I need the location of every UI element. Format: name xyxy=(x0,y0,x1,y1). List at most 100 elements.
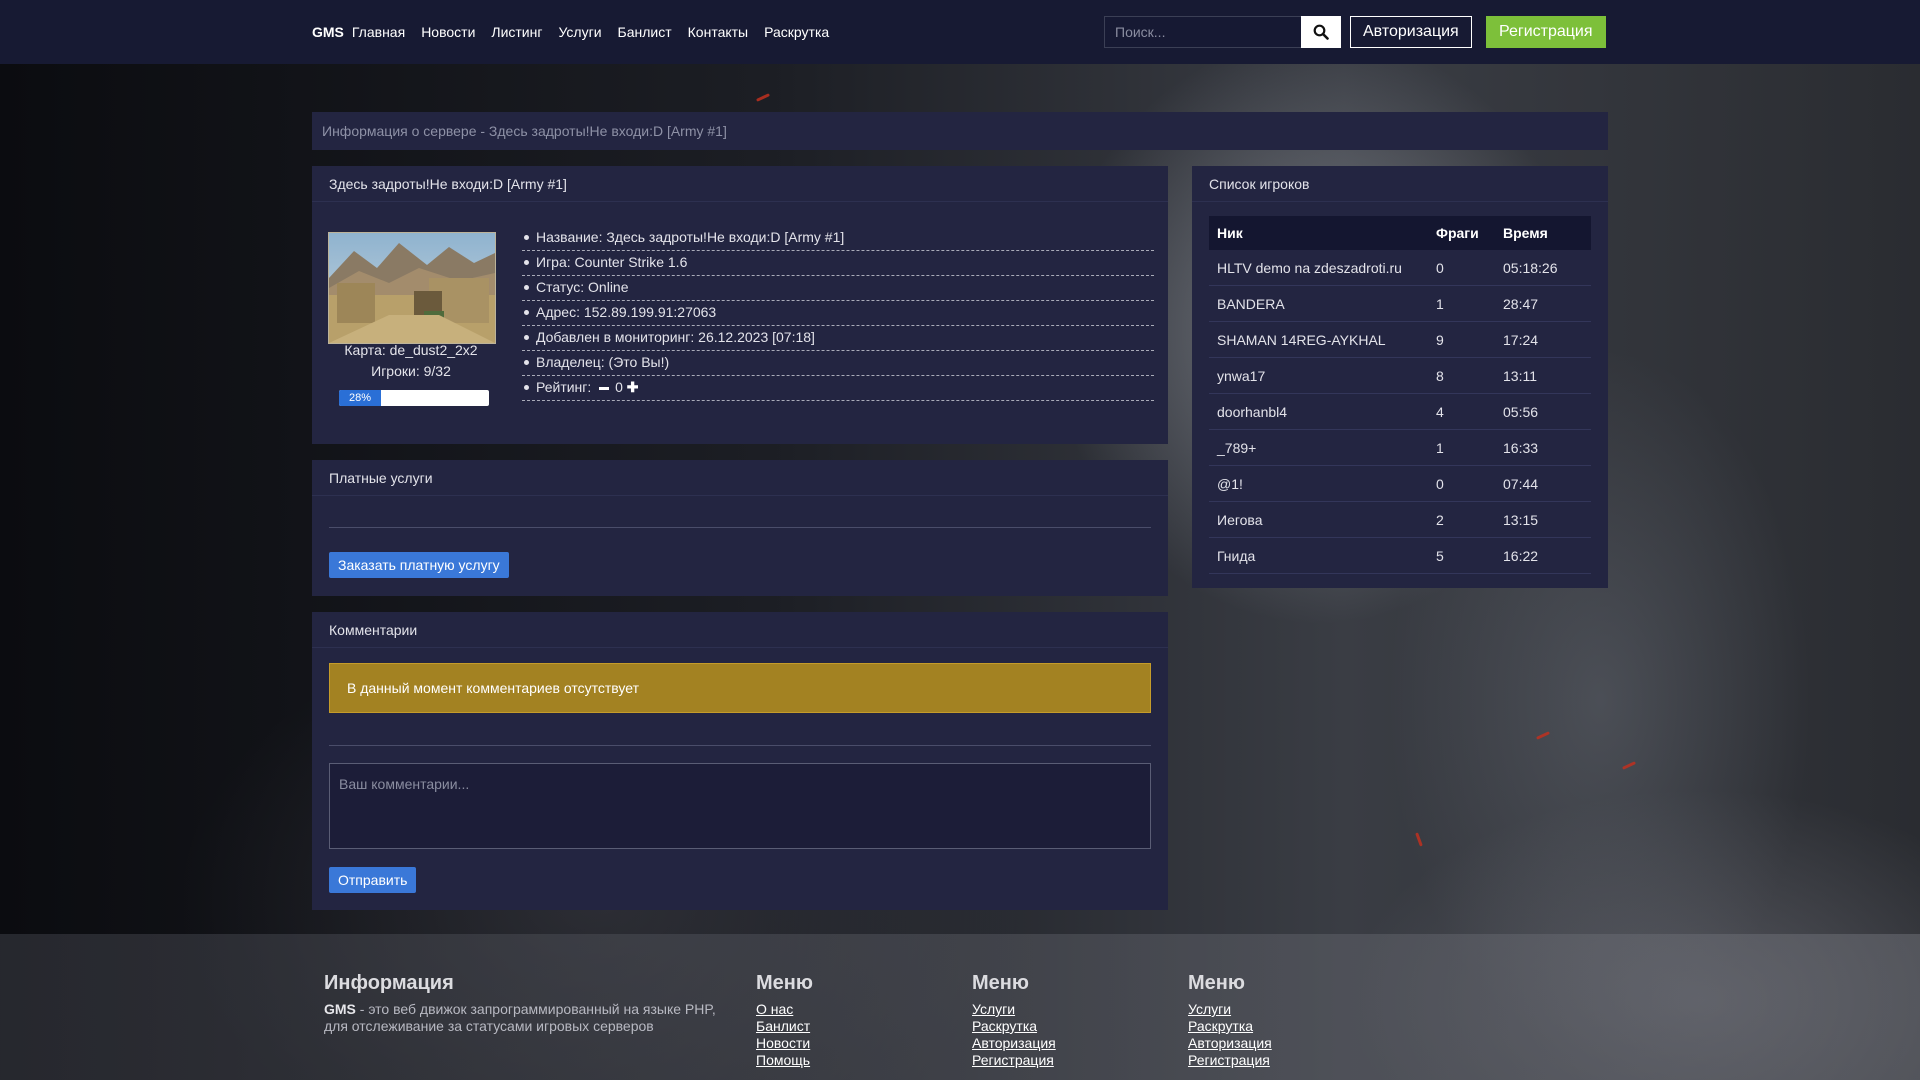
footer-link-help[interactable]: Помощь xyxy=(756,1052,813,1069)
player-time: 13:15 xyxy=(1495,501,1591,538)
detail-rating: Рейтинг: 0 ✚ xyxy=(522,378,1154,401)
map-caption: Карта: de_dust2_2x2 xyxy=(344,342,478,358)
footer-link-banlist[interactable]: Банлист xyxy=(756,1018,813,1035)
player-nick: HLTV demo na zdeszadroti.ru xyxy=(1209,250,1428,286)
player-time: 05:56 xyxy=(1495,393,1591,430)
player-time: 17:24 xyxy=(1495,321,1591,358)
player-frags: 1 xyxy=(1428,429,1495,466)
player-time: 13:11 xyxy=(1495,357,1591,394)
divider xyxy=(1192,201,1608,202)
server-load-bar: 28% xyxy=(339,390,489,406)
search-input[interactable] xyxy=(1104,16,1301,48)
footer-menu-column-3: Меню Услуги Раскрутка Авторизация Регист… xyxy=(1188,972,1272,1069)
footer-link-promotion[interactable]: Раскрутка xyxy=(1188,1018,1272,1035)
detail-name: Название: Здесь задроты!Не входи:D [Army… xyxy=(522,228,1154,251)
player-nick: Иегова xyxy=(1209,501,1428,538)
player-time: 16:22 xyxy=(1495,537,1591,574)
footer-menu-column-1: Меню О нас Банлист Новости Помощь xyxy=(756,972,813,1069)
map-preview-image xyxy=(328,232,496,344)
table-row: SHAMAN 14REG-AYKHAL 9 17:24 xyxy=(1209,321,1591,358)
player-frags: 2 xyxy=(1428,501,1495,538)
player-frags: 8 xyxy=(1428,357,1495,394)
column-header-nick: Ник xyxy=(1209,216,1428,250)
table-row: doorhanbl4 4 05:56 xyxy=(1209,393,1591,430)
login-button[interactable]: Авторизация xyxy=(1350,16,1472,48)
detail-added: Добавлен в мониторинг: 26.12.2023 [07:18… xyxy=(522,328,1154,351)
detail-owner: Владелец: (Это Вы!) xyxy=(522,353,1154,376)
divider xyxy=(329,527,1151,528)
column-header-frags: Фраги xyxy=(1428,216,1495,250)
footer-info-title: Информация xyxy=(324,972,454,994)
nav-link-news[interactable]: Новости xyxy=(421,24,475,40)
rating-value: 0 xyxy=(615,379,623,395)
player-frags: 0 xyxy=(1428,465,1495,502)
footer-link-services[interactable]: Услуги xyxy=(972,1001,1056,1018)
rating-label: Рейтинг: xyxy=(536,379,592,395)
footer: Информация GMS - это веб движок запрогра… xyxy=(0,934,1920,1080)
table-row: BANDERA 1 28:47 xyxy=(1209,285,1591,322)
rating-minus-icon[interactable] xyxy=(599,386,610,390)
player-time: 28:47 xyxy=(1495,285,1591,322)
brand-logo[interactable]: GMS xyxy=(312,24,344,40)
footer-link-news[interactable]: Новости xyxy=(756,1035,813,1052)
footer-menu-title: Меню xyxy=(972,972,1029,994)
top-navbar: GMS Главная Новости Листинг Услуги Банли… xyxy=(0,0,1920,64)
footer-link-register[interactable]: Регистрация xyxy=(972,1052,1056,1069)
paid-services-panel: Платные услуги Заказать платную услугу xyxy=(312,460,1168,596)
player-nick: _789+ xyxy=(1209,429,1428,466)
table-row: @1! 0 07:44 xyxy=(1209,465,1591,502)
order-service-button[interactable]: Заказать платную услугу xyxy=(329,552,509,578)
player-time: 07:44 xyxy=(1495,465,1591,502)
footer-info-column: Информация GMS - это веб движок запрогра… xyxy=(324,972,734,1035)
search-button[interactable] xyxy=(1301,16,1341,48)
server-info-panel: Здесь задроты!Не входи:D [Army #1] Карта… xyxy=(312,166,1168,444)
send-comment-button[interactable]: Отправить xyxy=(329,867,417,893)
nav-links: GMS Главная Новости Листинг Услуги Банли… xyxy=(312,0,845,64)
search-icon xyxy=(1313,24,1329,40)
divider xyxy=(312,647,1168,648)
server-details-list: Название: Здесь задроты!Не входи:D [Army… xyxy=(522,228,1154,403)
divider xyxy=(329,745,1151,746)
footer-link-about[interactable]: О нас xyxy=(756,1001,813,1018)
comment-textarea[interactable] xyxy=(329,763,1151,849)
nav-link-services[interactable]: Услуги xyxy=(558,24,601,40)
divider xyxy=(312,495,1168,496)
server-title: Здесь задроты!Не входи:D [Army #1] xyxy=(329,176,567,192)
player-nick: BANDERA xyxy=(1209,285,1428,322)
divider xyxy=(312,201,1168,202)
footer-link-login[interactable]: Авторизация xyxy=(972,1035,1056,1052)
footer-link-login[interactable]: Авторизация xyxy=(1188,1035,1272,1052)
nav-link-contacts[interactable]: Контакты xyxy=(688,24,748,40)
player-nick: @1! xyxy=(1209,465,1428,502)
player-frags: 4 xyxy=(1428,393,1495,430)
no-comments-alert: В данный момент комментариев отсутствует xyxy=(329,663,1151,713)
footer-link-register[interactable]: Регистрация xyxy=(1188,1052,1272,1069)
nav-link-home[interactable]: Главная xyxy=(352,24,405,40)
player-time: 05:18:26 xyxy=(1495,250,1591,286)
table-row: Иегова 2 13:15 xyxy=(1209,501,1591,538)
player-nick: Гнида xyxy=(1209,537,1428,574)
player-frags: 9 xyxy=(1428,321,1495,358)
player-frags: 5 xyxy=(1428,537,1495,574)
rating-plus-icon[interactable]: ✚ xyxy=(627,379,639,395)
nav-link-listing[interactable]: Листинг xyxy=(491,24,542,40)
player-nick: SHAMAN 14REG-AYKHAL xyxy=(1209,321,1428,358)
footer-link-promotion[interactable]: Раскрутка xyxy=(972,1018,1056,1035)
footer-link-services[interactable]: Услуги xyxy=(1188,1001,1272,1018)
nav-link-banlist[interactable]: Банлист xyxy=(618,24,672,40)
breadcrumb: Информация о сервере - Здесь задроты!Не … xyxy=(312,112,1608,150)
comments-panel: Комментарии В данный момент комментариев… xyxy=(312,612,1168,910)
player-nick: ynwa17 xyxy=(1209,357,1428,394)
table-header-row: Ник Фраги Время xyxy=(1209,216,1591,250)
footer-brand: GMS xyxy=(324,1001,356,1017)
player-nick: doorhanbl4 xyxy=(1209,393,1428,430)
nav-link-promotion[interactable]: Раскрутка xyxy=(764,24,829,40)
server-load-fill: 28% xyxy=(339,390,381,406)
column-header-time: Время xyxy=(1495,216,1591,250)
register-button[interactable]: Регистрация xyxy=(1486,16,1606,48)
table-row: ynwa17 8 13:11 xyxy=(1209,357,1591,394)
footer-menu-title: Меню xyxy=(756,972,813,994)
footer-menu-column-2: Меню Услуги Раскрутка Авторизация Регист… xyxy=(972,972,1056,1069)
player-time: 16:33 xyxy=(1495,429,1591,466)
comments-title: Комментарии xyxy=(329,622,418,638)
